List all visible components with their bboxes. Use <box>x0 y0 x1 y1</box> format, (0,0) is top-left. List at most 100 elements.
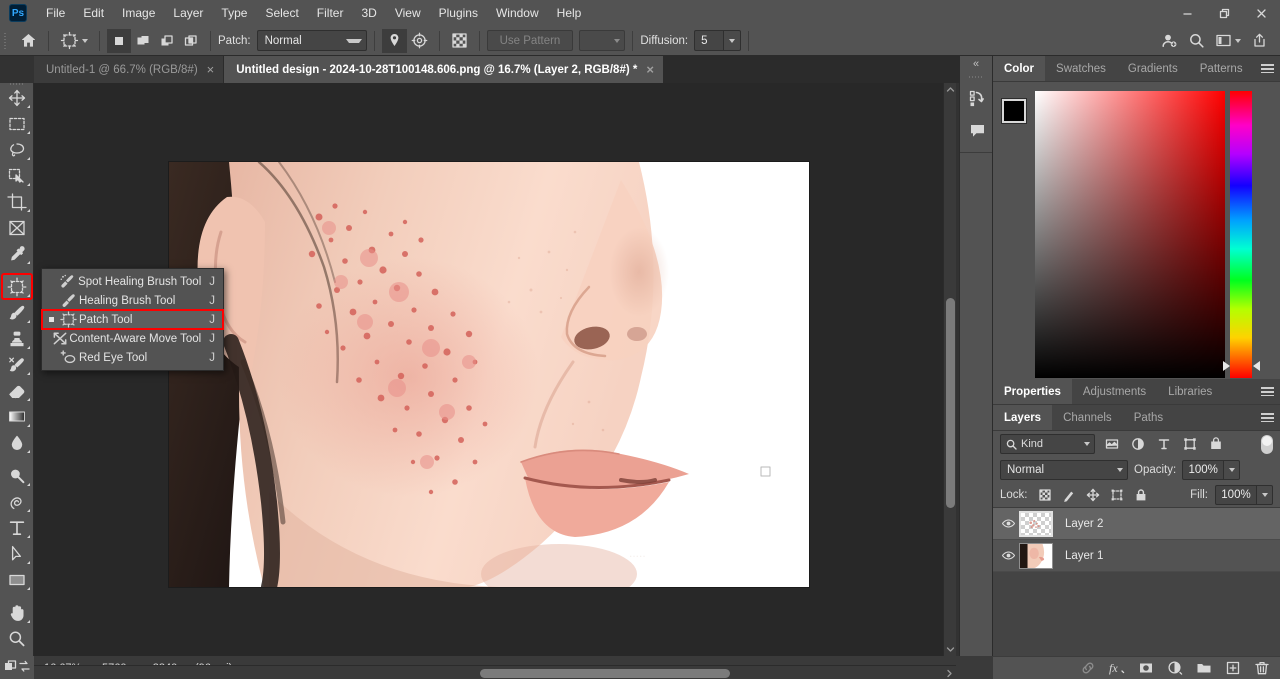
healing-tools-flyout-menu[interactable]: Spot Healing Brush Tool J Healing Brush To… <box>41 268 224 371</box>
lock-image-icon[interactable] <box>1059 485 1080 505</box>
flyout-item-content-aware-move-tool[interactable]: Content-Aware Move Tool J <box>42 329 223 348</box>
filter-shape-icon[interactable] <box>1180 434 1199 454</box>
menu-item-image[interactable]: Image <box>113 0 164 26</box>
artboard[interactable]: ..... <box>169 162 809 587</box>
delete-layer-icon[interactable] <box>1252 658 1272 678</box>
canvas-horizontal-scrollbar[interactable] <box>34 665 956 679</box>
fill-stepper[interactable] <box>1257 484 1273 505</box>
eyedropper-tool[interactable] <box>2 241 32 266</box>
fill-value-input[interactable]: 100% <box>1215 484 1257 505</box>
hue-slider[interactable] <box>1230 91 1252 378</box>
color-swatches[interactable] <box>1002 99 1036 133</box>
panel-menu-icon[interactable] <box>1254 56 1280 81</box>
minimize-button[interactable] <box>1169 0 1206 26</box>
add-person-icon[interactable] <box>1157 29 1182 53</box>
flyout-item-red-eye-tool[interactable]: Red Eye Tool J <box>42 348 223 367</box>
lock-transparency-icon[interactable] <box>1035 485 1056 505</box>
panel-menu-icon[interactable] <box>1254 405 1280 430</box>
hand-tool[interactable] <box>2 600 32 625</box>
hscroll-right-arrow[interactable] <box>942 666 956 679</box>
object-selection-tool[interactable] <box>2 163 32 188</box>
intersect-with-selection-button[interactable] <box>179 29 203 53</box>
layer-visibility-icon[interactable] <box>997 516 1019 531</box>
brush-tool[interactable] <box>2 300 32 325</box>
flyout-item-healing-brush-tool[interactable]: Healing Brush Tool J <box>42 291 223 310</box>
eraser-tool[interactable] <box>2 378 32 403</box>
menu-item-window[interactable]: Window <box>487 0 548 26</box>
subtract-from-selection-button[interactable] <box>155 29 179 53</box>
patch-tool[interactable] <box>0 273 33 300</box>
tab-swatches[interactable]: Swatches <box>1045 56 1117 81</box>
blend-mode-dropdown[interactable]: Normal <box>1000 459 1128 480</box>
comments-icon[interactable] <box>960 114 994 146</box>
path-selection-tool[interactable] <box>2 541 32 566</box>
document-tab[interactable]: Untitled-1 @ 66.7% (RGB/8#) × <box>34 56 225 83</box>
type-tool[interactable] <box>2 515 32 540</box>
restore-button[interactable] <box>1206 0 1243 26</box>
clone-stamp-tool[interactable] <box>2 326 32 351</box>
menu-item-view[interactable]: View <box>386 0 430 26</box>
lock-all-icon[interactable] <box>1131 485 1152 505</box>
tab-channels[interactable]: Channels <box>1052 405 1123 430</box>
menu-item-edit[interactable]: Edit <box>74 0 113 26</box>
menu-item-file[interactable]: File <box>37 0 74 26</box>
new-adjustment-layer-icon[interactable] <box>1165 658 1185 678</box>
add-to-selection-button[interactable] <box>131 29 155 53</box>
search-icon[interactable] <box>1184 29 1209 53</box>
color-saturation-value-field[interactable] <box>1035 91 1225 378</box>
tab-adjustments[interactable]: Adjustments <box>1071 379 1158 404</box>
rectangular-marquee-tool[interactable] <box>2 111 32 136</box>
crop-tool[interactable] <box>2 189 32 214</box>
horizontal-scroll-thumb[interactable] <box>480 669 730 678</box>
diffusion-value-input[interactable]: 5 <box>694 30 725 51</box>
panel-menu-icon[interactable] <box>1254 379 1280 404</box>
pattern-swatch-dropdown[interactable] <box>579 30 626 51</box>
patch-mode-dropdown[interactable]: Normal <box>256 30 367 51</box>
new-layer-icon[interactable] <box>1223 658 1243 678</box>
pattern-icon[interactable] <box>447 29 472 53</box>
home-icon[interactable] <box>16 29 41 53</box>
pen-tool[interactable] <box>2 489 32 514</box>
tab-gradients[interactable]: Gradients <box>1116 56 1189 81</box>
menu-item-select[interactable]: Select <box>256 0 307 26</box>
tab-color[interactable]: Color <box>993 56 1046 81</box>
canvas-vertical-scrollbar[interactable] <box>943 83 956 656</box>
tab-layers[interactable]: Layers <box>993 405 1053 430</box>
dodge-tool[interactable] <box>2 463 32 488</box>
rectangle-tool[interactable] <box>2 567 32 592</box>
link-layers-icon[interactable] <box>1078 658 1098 678</box>
filter-enable-toggle[interactable] <box>1261 434 1273 454</box>
layer-row[interactable]: Layer 2 <box>993 508 1280 540</box>
layer-thumbnail[interactable] <box>1019 542 1053 569</box>
filter-smart-object-icon[interactable] <box>1206 434 1225 454</box>
history-brush-tool[interactable] <box>2 352 32 377</box>
frame-tool[interactable] <box>2 215 32 240</box>
layer-styles-fx-icon[interactable]: fx <box>1107 658 1127 678</box>
zoom-tool[interactable] <box>2 626 32 651</box>
scroll-up-arrow[interactable] <box>944 83 956 96</box>
flyout-item-patch-tool[interactable]: Patch Tool J <box>41 309 224 330</box>
diffusion-stepper[interactable] <box>724 30 742 51</box>
layer-visibility-icon[interactable] <box>997 548 1019 563</box>
menu-item-layer[interactable]: Layer <box>164 0 212 26</box>
current-tool-preview[interactable] <box>56 29 92 53</box>
filter-type-icon[interactable] <box>1154 434 1173 454</box>
menu-item-filter[interactable]: Filter <box>308 0 353 26</box>
filter-kind-dropdown[interactable]: Kind <box>1000 434 1095 454</box>
layer-row[interactable]: Layer 1 <box>993 540 1280 572</box>
flyout-item-spot-healing-brush-tool[interactable]: Spot Healing Brush Tool J <box>42 272 223 291</box>
move-tool[interactable] <box>2 85 32 110</box>
layer-thumbnail[interactable] <box>1019 510 1053 537</box>
gradient-tool[interactable] <box>2 404 32 429</box>
opacity-value-input[interactable]: 100% <box>1182 459 1225 480</box>
history-icon[interactable] <box>960 82 994 114</box>
screen-mode-icon[interactable] <box>4 659 17 676</box>
foreground-color-swatch[interactable] <box>1002 99 1026 123</box>
filter-pixel-icon[interactable] <box>1102 434 1121 454</box>
close-icon[interactable]: × <box>646 63 654 76</box>
lock-artboard-icon[interactable] <box>1107 485 1128 505</box>
menu-item-type[interactable]: Type <box>212 0 256 26</box>
chevron-down-icon[interactable] <box>82 38 88 43</box>
tab-paths[interactable]: Paths <box>1122 405 1175 430</box>
lasso-tool[interactable] <box>2 137 32 162</box>
